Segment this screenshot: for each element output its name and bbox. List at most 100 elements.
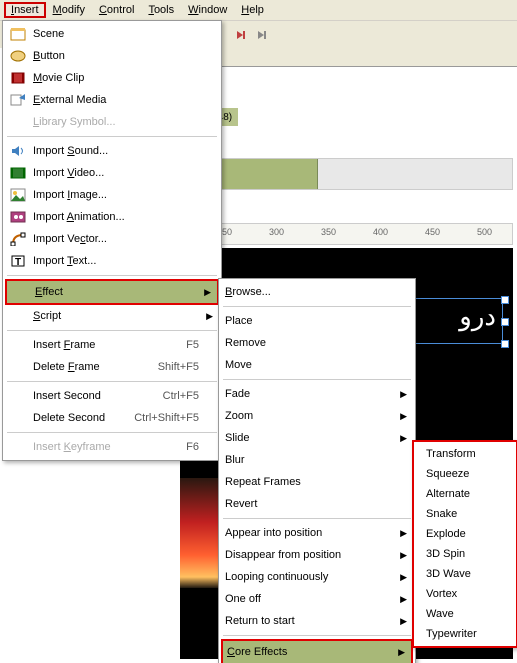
menu-item-wave[interactable]: Wave	[416, 604, 514, 624]
menu-item-looping-continuously[interactable]: Looping continuously▶	[221, 566, 413, 588]
menu-insert[interactable]: Insert	[4, 2, 46, 18]
menu-item-label: Revert	[225, 498, 393, 510]
menu-control[interactable]: Control	[92, 2, 141, 18]
menu-item-slide[interactable]: Slide▶	[221, 427, 413, 449]
menu-item-label: Import Video...	[33, 167, 199, 179]
submenu-arrow-icon: ▶	[400, 594, 407, 605]
menu-item-label: Delete Second	[33, 412, 114, 424]
menu-item-explode[interactable]: Explode	[416, 524, 514, 544]
menu-item-scene[interactable]: Scene	[5, 23, 219, 45]
blank-icon	[9, 114, 27, 130]
timeline-clip[interactable]	[217, 159, 318, 189]
menu-item-label: Delete Frame	[33, 361, 138, 373]
menu-shortcut: Ctrl+F5	[163, 390, 199, 402]
menu-item-transform[interactable]: Transform	[416, 444, 514, 464]
menu-item-import-sound[interactable]: Import Sound...	[5, 140, 219, 162]
menu-item-label: Wave	[426, 608, 504, 620]
menu-tools[interactable]: Tools	[141, 2, 181, 18]
menu-item-label: Button	[33, 50, 199, 62]
menu-item-effect[interactable]: Effect▶	[5, 279, 219, 305]
menu-item-label: One off	[225, 593, 393, 605]
menu-item-import-vector[interactable]: Import Vector...	[5, 228, 219, 250]
menu-item-label: Explode	[426, 528, 504, 540]
menu-item-one-off[interactable]: One off ▶	[221, 588, 413, 610]
submenu-arrow-icon: ▶	[400, 433, 407, 444]
menu-item-import-video[interactable]: Import Video...	[5, 162, 219, 184]
menu-item-vortex[interactable]: Vortex	[416, 584, 514, 604]
menu-item-label: Fade	[225, 388, 393, 400]
menubar: InsertModifyControlToolsWindowHelp	[0, 0, 517, 21]
menu-item-fade[interactable]: Fade▶	[221, 383, 413, 405]
menu-item-external-media[interactable]: External Media	[5, 89, 219, 111]
menu-window[interactable]: Window	[181, 2, 234, 18]
ruler-tick: 400	[373, 227, 388, 237]
insert-menu: Scene Button Movie Clip External Media Libra…	[2, 20, 222, 461]
timeline-ruler[interactable]	[200, 48, 517, 67]
menu-item-script[interactable]: Script▶	[5, 305, 219, 327]
menu-item-button[interactable]: Button	[5, 45, 219, 67]
menu-item-disappear-from-position[interactable]: Disappear from position▶	[221, 544, 413, 566]
video-icon	[9, 165, 27, 181]
menu-item-move[interactable]: Move	[221, 354, 413, 376]
frame-ruler[interactable]: 250300350400450500	[216, 223, 513, 245]
menu-item-3d-wave[interactable]: 3D Wave	[416, 564, 514, 584]
menu-item-label: 3D Wave	[426, 568, 504, 580]
image-icon	[9, 187, 27, 203]
menu-item-label: 3D Spin	[426, 548, 504, 560]
timeline-track[interactable]	[216, 158, 513, 190]
menu-item-3d-spin[interactable]: 3D Spin	[416, 544, 514, 564]
menu-item-import-image[interactable]: Import Image...	[5, 184, 219, 206]
menu-item-label: Insert Keyframe	[33, 441, 166, 453]
menu-item-label: Import Animation...	[33, 211, 199, 223]
menu-item-browse[interactable]: Browse...	[221, 281, 413, 303]
menu-item-place[interactable]: Place	[221, 310, 413, 332]
menu-divider	[7, 275, 217, 276]
menu-item-import-animation[interactable]: Import Animation...	[5, 206, 219, 228]
menu-divider	[7, 432, 217, 433]
menu-modify[interactable]: Modify	[46, 2, 92, 18]
submenu-arrow-icon: ▶	[400, 572, 407, 583]
menu-item-import-text[interactable]: TImport Text...	[5, 250, 219, 272]
menu-item-remove[interactable]: Remove	[221, 332, 413, 354]
menu-divider	[223, 635, 411, 636]
menu-item-return-to-start[interactable]: Return to start▶	[221, 610, 413, 632]
menu-item-delete-second[interactable]: Delete SecondCtrl+Shift+F5	[5, 407, 219, 429]
selection-handle[interactable]	[501, 318, 509, 326]
menu-item-typewriter[interactable]: Typewriter	[416, 624, 514, 644]
submenu-arrow-icon: ▶	[206, 311, 213, 322]
menu-item-label: External Media	[33, 94, 199, 106]
menu-item-blur[interactable]: Blur	[221, 449, 413, 471]
blank-icon	[9, 337, 27, 353]
menu-item-label: Snake	[426, 508, 504, 520]
sound-icon	[9, 143, 27, 159]
menu-item-alternate[interactable]: Alternate	[416, 484, 514, 504]
menu-item-label: Effect	[35, 286, 197, 298]
menu-item-core-effects[interactable]: Core Effects▶	[221, 639, 413, 663]
menu-item-repeat-frames[interactable]: Repeat Frames	[221, 471, 413, 493]
button-icon	[9, 48, 27, 64]
selection-handle[interactable]	[501, 340, 509, 348]
last-icon[interactable]	[253, 26, 271, 44]
menu-item-appear-into-position[interactable]: Appear into position ▶	[221, 522, 413, 544]
submenu-arrow-icon: ▶	[400, 528, 407, 539]
menu-item-insert-second[interactable]: Insert SecondCtrl+F5	[5, 385, 219, 407]
menu-item-snake[interactable]: Snake	[416, 504, 514, 524]
menu-shortcut: F6	[186, 441, 199, 453]
menu-item-revert[interactable]: Revert	[221, 493, 413, 515]
menu-item-label: Appear into position	[225, 527, 393, 539]
next-icon[interactable]	[231, 26, 249, 44]
menu-item-insert-frame[interactable]: Insert FrameF5	[5, 334, 219, 356]
menu-item-squeeze[interactable]: Squeeze	[416, 464, 514, 484]
menu-item-label: Browse...	[225, 286, 393, 298]
menu-item-movie-clip[interactable]: Movie Clip	[5, 67, 219, 89]
menu-item-label: Alternate	[426, 488, 504, 500]
selection-handle[interactable]	[501, 296, 509, 304]
menu-item-label: Import Image...	[33, 189, 199, 201]
blank-icon	[9, 439, 27, 455]
menu-item-label: Scene	[33, 28, 199, 40]
menu-item-zoom[interactable]: Zoom▶	[221, 405, 413, 427]
menu-item-label: Move	[225, 359, 393, 371]
menu-help[interactable]: Help	[234, 2, 271, 18]
menu-item-delete-frame[interactable]: Delete FrameShift+F5	[5, 356, 219, 378]
menu-item-library-symbol: Library Symbol...	[5, 111, 219, 133]
